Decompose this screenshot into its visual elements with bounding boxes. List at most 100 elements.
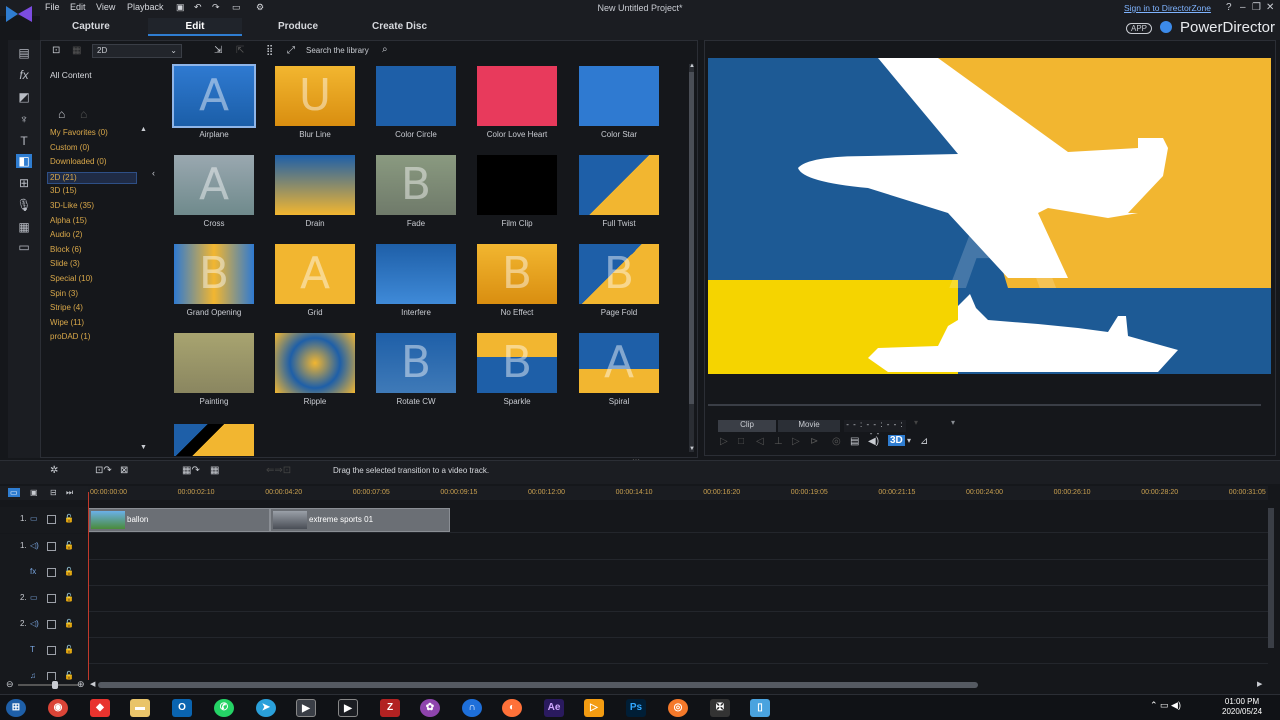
system-tray-icons[interactable]: ⌃ ▭ ◀) — [1150, 700, 1181, 711]
undock-icon[interactable]: ⊿ — [920, 436, 928, 447]
collapse-panel-icon[interactable]: ‹ — [152, 168, 155, 178]
category-item[interactable]: Audio (2) — [50, 230, 82, 239]
view-mode-icon[interactable]: ⣿ — [266, 45, 273, 56]
transition-thumbnail[interactable] — [174, 424, 254, 456]
fx-room-icon[interactable]: fx — [16, 68, 32, 82]
upload-icon[interactable]: ⇱ — [236, 45, 244, 56]
import-icon[interactable]: ⊡ — [52, 45, 60, 56]
chevron-down-icon[interactable]: ▾ — [907, 436, 911, 445]
app-taskbar-icon[interactable]: ▶ — [338, 699, 358, 717]
all-content-item[interactable]: All Content — [50, 70, 92, 80]
track-enable-checkbox[interactable] — [47, 620, 56, 629]
keyframe-icon[interactable]: ▦ — [210, 465, 219, 476]
track-manager-icon[interactable]: ⊟ — [50, 488, 57, 497]
tab-create-disc[interactable]: Create Disc — [372, 21, 427, 32]
transition-thumbnail[interactable]: B — [477, 333, 557, 393]
trim-icon[interactable]: ⊠ — [120, 465, 128, 476]
track-enable-checkbox[interactable] — [47, 515, 56, 524]
lock-icon[interactable]: 🔓 — [64, 671, 74, 680]
fit-timeline-icon[interactable]: ⏭ — [66, 488, 73, 498]
timeline-view-icon[interactable]: ▭ — [8, 488, 20, 497]
category-item[interactable]: Special (10) — [50, 274, 93, 283]
category-item[interactable]: My Favorites (0) — [50, 128, 108, 137]
resize-handle[interactable]: ⋯ — [632, 455, 640, 464]
transition-thumbnail[interactable] — [376, 66, 456, 126]
scroll-up-icon[interactable]: ▲ — [689, 63, 695, 69]
transition-thumbnail[interactable]: B — [376, 333, 456, 393]
transition-thumbnail[interactable]: A — [174, 155, 254, 215]
blender-icon[interactable]: ◎ — [668, 699, 688, 717]
split-icon[interactable]: ⊡↷ — [95, 465, 112, 476]
file-explorer-icon[interactable]: ▬ — [130, 699, 150, 717]
start-button-icon[interactable]: ⊞ — [6, 699, 26, 717]
transition-thumbnail[interactable]: B — [477, 244, 557, 304]
transition-room-icon[interactable]: ◧ — [16, 154, 32, 168]
edit-audio-icon[interactable]: ⇐⇒⊡ — [266, 465, 291, 476]
tag-remove-icon[interactable]: ⌂ — [80, 107, 87, 121]
lock-icon[interactable]: 🔓 — [64, 514, 74, 523]
fix-enhance-icon[interactable]: ▦↷ — [182, 465, 200, 476]
transition-thumbnail[interactable]: B — [376, 155, 456, 215]
app-badge[interactable]: APP — [1126, 23, 1153, 34]
capture-frame-icon[interactable]: ▭ — [232, 2, 241, 13]
restore-icon[interactable]: ❐ — [1252, 2, 1261, 13]
lock-icon[interactable]: 🔓 — [64, 567, 74, 576]
lock-icon[interactable]: 🔓 — [64, 645, 74, 654]
3d-mode-button[interactable]: 3D — [888, 435, 905, 446]
transition-thumbnail[interactable] — [174, 333, 254, 393]
signin-link[interactable]: Sign in to DirectorZone — [1124, 3, 1211, 13]
mark-icon[interactable]: ⊥ — [774, 436, 783, 447]
category-item[interactable]: proDAD (1) — [50, 332, 90, 341]
track-enable-checkbox[interactable] — [47, 568, 56, 577]
transition-thumbnail[interactable] — [477, 155, 557, 215]
settings-gear-icon[interactable]: ⚙ — [256, 2, 264, 13]
powerdirector-taskbar-icon[interactable]: ▶ — [296, 699, 316, 717]
audio-app-icon[interactable]: ∩ — [462, 699, 482, 717]
timeline-vscrollbar[interactable] — [1268, 508, 1274, 648]
zoom-slider-thumb[interactable] — [52, 681, 58, 689]
redo-icon[interactable]: ↷ — [212, 2, 220, 13]
scroll-left-icon[interactable]: ◀ — [90, 680, 95, 688]
movie-mode-button[interactable]: Movie — [778, 420, 840, 432]
magic-tool-icon[interactable]: ✲ — [50, 465, 58, 476]
download-icon[interactable]: ⇲ — [214, 45, 222, 56]
previous-frame-icon[interactable]: ◁ — [756, 436, 764, 447]
category-item[interactable]: 2D (21) — [47, 171, 137, 184]
color-app-icon[interactable]: ✿ — [420, 699, 440, 717]
transition-thumbnail[interactable] — [275, 155, 355, 215]
transition-thumbnail[interactable] — [376, 244, 456, 304]
playback-mode-icon[interactable]: ▤ — [850, 436, 859, 447]
zoom-in-icon[interactable]: ⊕ — [77, 679, 85, 690]
undo-icon[interactable]: ↶ — [194, 2, 202, 13]
fast-forward-icon[interactable]: ⊳ — [810, 436, 818, 447]
search-input[interactable]: Search the library — [304, 44, 394, 58]
tag-icon[interactable]: ⌂ — [58, 107, 65, 121]
menu-view[interactable]: View — [96, 2, 115, 12]
anydesk-icon[interactable]: ◆ — [90, 699, 110, 717]
chapter-room-icon[interactable]: ▦ — [16, 220, 32, 234]
menu-file[interactable]: File — [45, 2, 60, 12]
transition-thumbnail[interactable]: U — [275, 66, 355, 126]
playhead[interactable] — [88, 492, 89, 682]
tab-edit[interactable]: Edit — [148, 18, 242, 36]
stop-icon[interactable]: □ — [738, 436, 744, 447]
preview-seekbar[interactable] — [708, 404, 1261, 406]
particle-room-icon[interactable]: ♆ — [16, 112, 32, 126]
tab-capture[interactable]: Capture — [72, 21, 110, 32]
tab-produce[interactable]: Produce — [278, 21, 318, 32]
minimize-icon[interactable]: – — [1240, 2, 1246, 13]
track-enable-checkbox[interactable] — [47, 542, 56, 551]
fit-dropdown-icon[interactable]: ▾ — [914, 418, 918, 427]
menu-playback[interactable]: Playback — [127, 2, 164, 12]
after-effects-icon[interactable]: Ae — [544, 699, 564, 717]
subtitle-room-icon[interactable]: ▭ — [16, 240, 32, 254]
category-item[interactable]: Block (6) — [50, 245, 82, 254]
category-item[interactable]: Spin (3) — [50, 289, 78, 298]
lock-icon[interactable]: 🔓 — [64, 593, 74, 602]
transition-thumbnail[interactable]: A — [579, 333, 659, 393]
track-enable-checkbox[interactable] — [47, 646, 56, 655]
transition-thumbnail[interactable] — [579, 155, 659, 215]
menu-edit[interactable]: Edit — [70, 2, 86, 12]
clip-mode-button[interactable]: Clip — [718, 420, 776, 432]
transition-thumbnail[interactable]: B — [174, 244, 254, 304]
